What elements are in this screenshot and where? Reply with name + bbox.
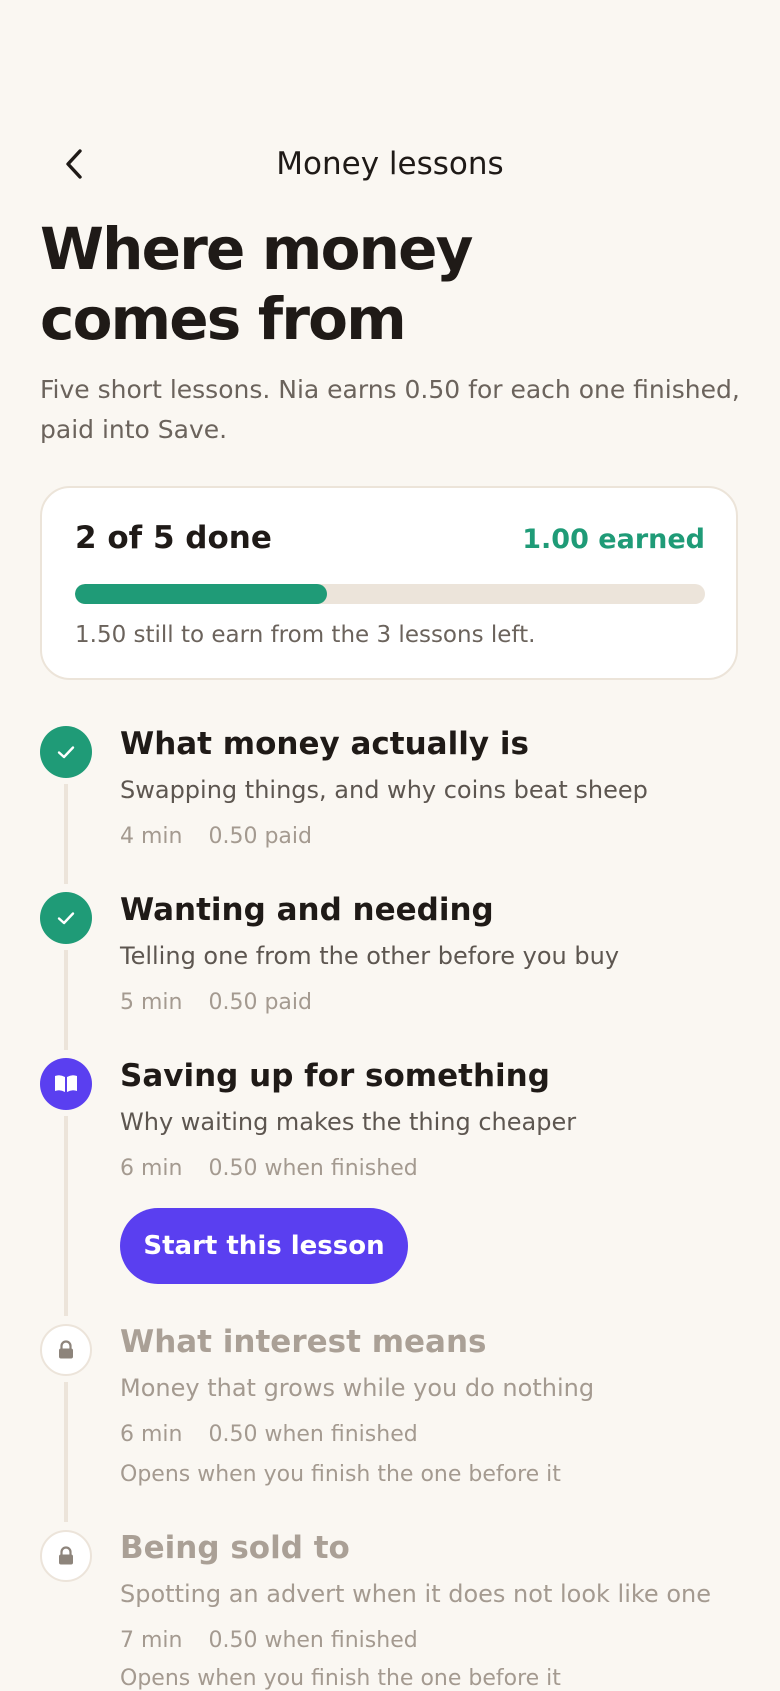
- lesson-subtitle: Spotting an advert when it does not look…: [120, 1580, 711, 1608]
- lesson-title: What interest means: [120, 1324, 487, 1360]
- lesson-duration: 4 min: [120, 824, 183, 849]
- lesson-meta: 7 min 0.50 when finished: [120, 1628, 418, 1653]
- lesson-title[interactable]: Saving up for something: [120, 1058, 550, 1094]
- lesson-reward: 0.50 when finished: [208, 1156, 418, 1181]
- lesson-subtitle: Money that grows while you do nothing: [120, 1374, 595, 1402]
- timeline-rail: [64, 950, 68, 1050]
- lock-icon: [59, 1340, 73, 1359]
- lesson-reward: 0.50 when finished: [208, 1628, 418, 1653]
- lesson-title[interactable]: Wanting and needing: [120, 892, 494, 928]
- top-nav: Money lessons: [0, 130, 780, 200]
- book-icon: [55, 1075, 77, 1092]
- status-bar: [0, 0, 780, 120]
- progress-done-label: 2 of 5 done: [75, 520, 272, 556]
- nav-title: Money lessons: [276, 146, 504, 182]
- lesson-locked-note: Opens when you finish the one before it: [120, 1462, 561, 1487]
- lesson-status-locked-marker: [40, 1324, 92, 1376]
- lesson-status-locked-marker: [40, 1530, 92, 1582]
- lesson-reward: 0.50 when finished: [208, 1422, 418, 1447]
- check-icon: [57, 746, 75, 759]
- timeline-rail: [64, 1382, 68, 1522]
- lesson-title[interactable]: What money actually is: [120, 726, 529, 762]
- lesson-reward: 0.50 paid: [208, 990, 312, 1015]
- lesson-status-current-marker: [40, 1058, 92, 1110]
- lesson-subtitle: Why waiting makes the thing cheaper: [120, 1108, 577, 1136]
- timeline-rail: [64, 1116, 68, 1316]
- lesson-subtitle: Swapping things, and why coins beat shee…: [120, 776, 648, 804]
- lesson-duration: 7 min: [120, 1628, 183, 1653]
- lesson-duration: 5 min: [120, 990, 183, 1015]
- page-title-line-2: comes from: [40, 285, 407, 353]
- start-lesson-button[interactable]: Start this lesson: [120, 1208, 408, 1284]
- timeline-rail: [64, 784, 68, 884]
- progress-card: 2 of 5 done 1.00 earned 1.50 still to ea…: [40, 486, 738, 680]
- lesson-meta: 6 min 0.50 when finished: [120, 1156, 418, 1181]
- lesson-meta: 4 min 0.50 paid: [120, 824, 312, 849]
- lesson-status-done-marker: [40, 726, 92, 778]
- lesson-locked-note: Opens when you finish the one before it: [120, 1666, 561, 1691]
- lesson-subtitle: Telling one from the other before you bu…: [120, 942, 620, 970]
- lesson-duration: 6 min: [120, 1422, 183, 1447]
- lesson-reward: 0.50 paid: [208, 824, 312, 849]
- lesson-title: Being sold to: [120, 1530, 350, 1566]
- lesson-meta: 5 min 0.50 paid: [120, 990, 312, 1015]
- progress-earned-label: 1.00 earned: [522, 524, 705, 555]
- progress-bar-fill: [75, 584, 327, 604]
- lesson-status-done-marker: [40, 892, 92, 944]
- page-title-line-1: Where money: [40, 215, 473, 283]
- intro-text: Five short lessons. Nia earns 0.50 for e…: [40, 375, 740, 444]
- page-title: Where money comes from: [40, 214, 600, 354]
- lesson-duration: 6 min: [120, 1156, 183, 1181]
- progress-bar: [75, 584, 705, 604]
- progress-remaining-label: 1.50 still to earn from the 3 lessons le…: [75, 622, 536, 648]
- lesson-meta: 6 min 0.50 when finished: [120, 1422, 418, 1447]
- check-icon: [57, 912, 75, 925]
- lock-icon: [59, 1546, 73, 1565]
